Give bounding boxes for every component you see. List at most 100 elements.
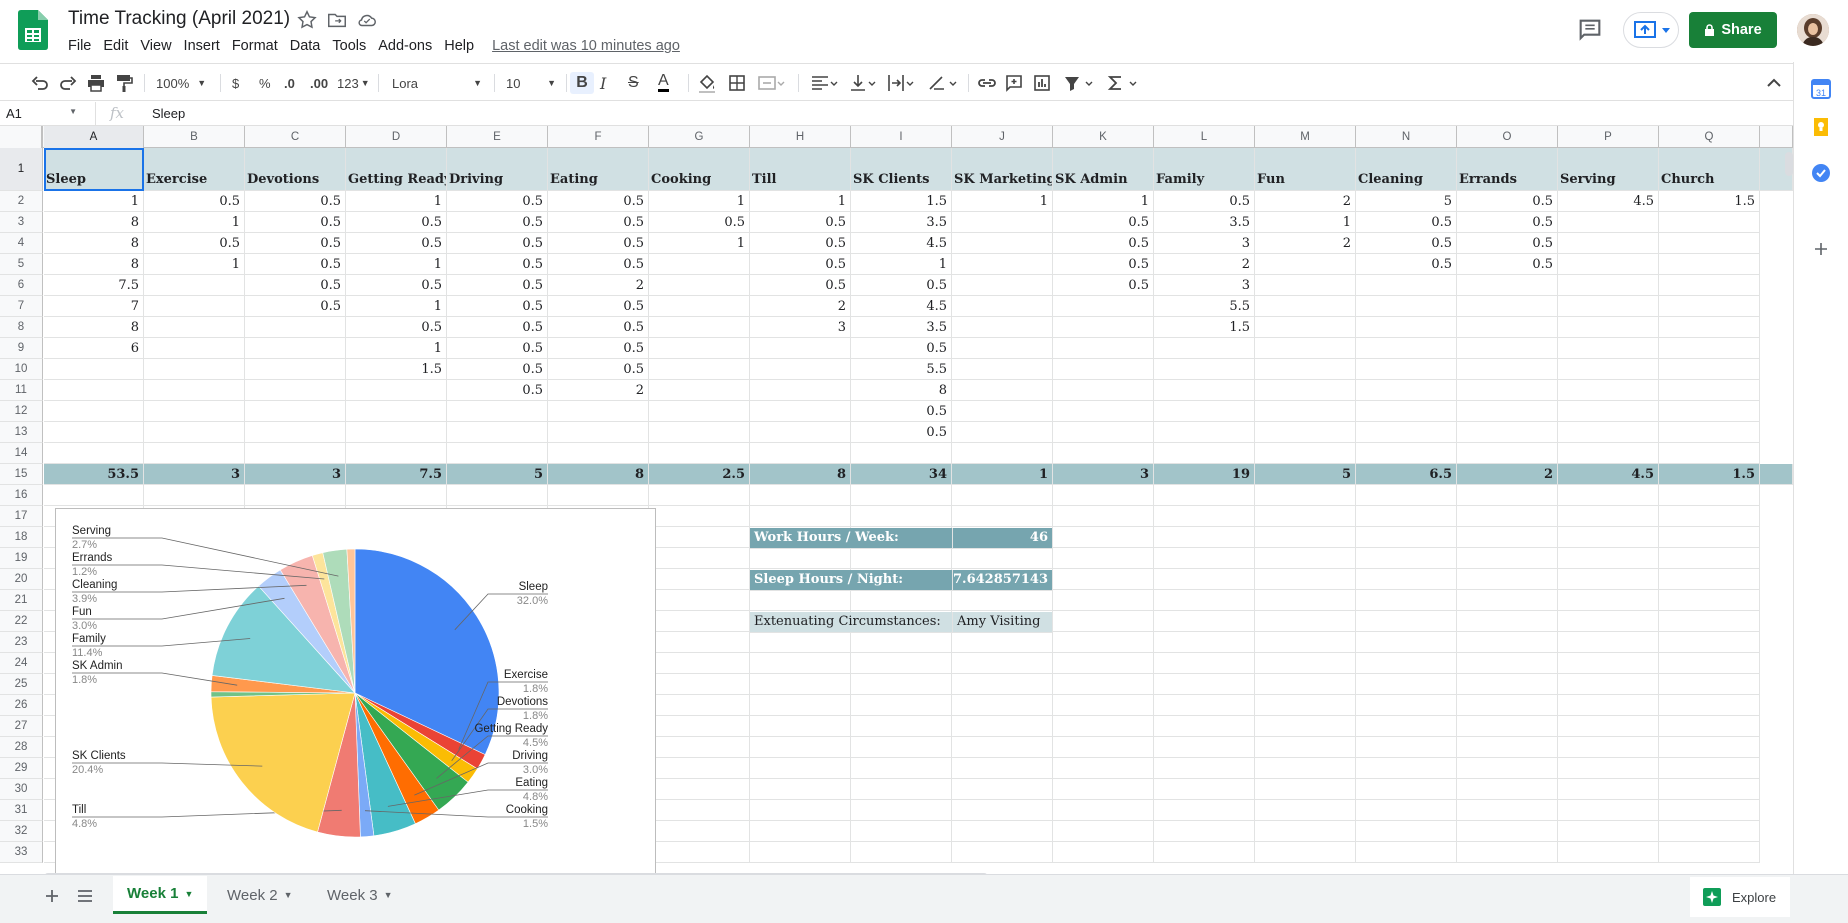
work-hours-label[interactable]: Work Hours / Week:	[750, 528, 953, 549]
column-header-g[interactable]: G	[649, 126, 750, 148]
empty-cell[interactable]	[447, 443, 548, 464]
data-cell[interactable]: 0.5	[548, 212, 649, 233]
data-cell[interactable]	[1356, 401, 1457, 422]
data-cell[interactable]: 1	[144, 212, 245, 233]
data-cell[interactable]	[144, 275, 245, 296]
empty-cell[interactable]	[851, 716, 952, 737]
data-cell[interactable]	[750, 401, 851, 422]
data-cell[interactable]: 0.5	[346, 275, 447, 296]
sleep-hours-value[interactable]: 7.642857143	[953, 570, 1053, 591]
data-cell[interactable]	[952, 317, 1053, 338]
empty-cell[interactable]	[1356, 716, 1457, 737]
data-cell[interactable]	[1659, 233, 1760, 254]
data-cell[interactable]: 0.5	[447, 338, 548, 359]
header-cell[interactable]: SK Admin	[1053, 148, 1154, 191]
row-header-26[interactable]: 26	[0, 695, 43, 716]
data-cell[interactable]	[750, 422, 851, 443]
empty-cell[interactable]	[851, 590, 952, 611]
empty-cell[interactable]	[1558, 821, 1659, 842]
data-cell[interactable]	[952, 401, 1053, 422]
empty-cell[interactable]	[851, 443, 952, 464]
data-cell[interactable]	[1457, 401, 1558, 422]
total-cell[interactable]: 2	[1457, 464, 1558, 485]
column-header-l[interactable]: L	[1154, 126, 1255, 148]
share-button[interactable]: Share	[1689, 12, 1777, 48]
undo-icon[interactable]	[30, 72, 50, 94]
empty-cell[interactable]	[1457, 737, 1558, 758]
empty-cell[interactable]	[649, 632, 750, 653]
data-cell[interactable]: 0.5	[750, 212, 851, 233]
data-cell[interactable]	[649, 254, 750, 275]
total-cell[interactable]: 19	[1154, 464, 1255, 485]
data-cell[interactable]: 1.5	[851, 191, 952, 212]
empty-cell[interactable]	[649, 695, 750, 716]
empty-cell[interactable]	[851, 758, 952, 779]
empty-cell[interactable]	[952, 653, 1053, 674]
row-header-32[interactable]: 32	[0, 821, 43, 842]
empty-cell[interactable]	[851, 674, 952, 695]
total-cell[interactable]: 7.5	[346, 464, 447, 485]
empty-cell[interactable]	[952, 674, 1053, 695]
data-cell[interactable]	[144, 296, 245, 317]
empty-cell[interactable]	[952, 695, 1053, 716]
empty-cell[interactable]	[1154, 443, 1255, 464]
header-cell[interactable]: Church	[1659, 148, 1760, 191]
total-cell[interactable]: 3	[1053, 464, 1154, 485]
data-cell[interactable]: 0.5	[1053, 275, 1154, 296]
data-cell[interactable]	[346, 401, 447, 422]
present-button[interactable]	[1623, 12, 1679, 48]
data-cell[interactable]: 0.5	[1457, 233, 1558, 254]
row-header-33[interactable]: 33	[0, 842, 43, 863]
data-cell[interactable]	[245, 401, 346, 422]
empty-cell[interactable]	[750, 653, 851, 674]
data-cell[interactable]	[1659, 359, 1760, 380]
data-cell[interactable]: 0.5	[1053, 233, 1154, 254]
empty-cell[interactable]	[1053, 695, 1154, 716]
total-cell[interactable]: 6.5	[1356, 464, 1457, 485]
row-header-17[interactable]: 17	[0, 506, 43, 527]
data-cell[interactable]	[346, 380, 447, 401]
data-cell[interactable]: 0.5	[851, 422, 952, 443]
empty-cell[interactable]	[1053, 821, 1154, 842]
data-cell[interactable]	[1255, 317, 1356, 338]
data-cell[interactable]: 0.5	[245, 275, 346, 296]
select-all-corner[interactable]	[0, 126, 43, 148]
column-header-a[interactable]: A	[44, 126, 144, 148]
data-cell[interactable]	[750, 359, 851, 380]
functions-icon[interactable]	[1106, 72, 1140, 94]
data-cell[interactable]	[1659, 422, 1760, 443]
menu-format[interactable]: Format	[226, 36, 284, 56]
empty-cell[interactable]	[1053, 800, 1154, 821]
data-cell[interactable]: 3.5	[851, 317, 952, 338]
data-cell[interactable]: 4.5	[851, 233, 952, 254]
data-cell[interactable]	[1558, 422, 1659, 443]
column-header-o[interactable]: O	[1457, 126, 1558, 148]
row-header-10[interactable]: 10	[0, 359, 43, 380]
empty-cell[interactable]	[1558, 485, 1659, 506]
empty-cell[interactable]	[649, 842, 750, 863]
data-cell[interactable]	[144, 422, 245, 443]
header-cell[interactable]: Cleaning	[1356, 148, 1457, 191]
data-cell[interactable]: 0.5	[1356, 233, 1457, 254]
data-cell[interactable]: 0.5	[1053, 254, 1154, 275]
empty-cell[interactable]	[750, 779, 851, 800]
insert-link-icon[interactable]	[976, 72, 998, 94]
data-cell[interactable]	[952, 275, 1053, 296]
empty-cell[interactable]	[1053, 758, 1154, 779]
total-cell[interactable]: 3	[144, 464, 245, 485]
cloud-saved-icon[interactable]	[356, 9, 378, 31]
empty-cell[interactable]	[1659, 569, 1760, 590]
row-header-29[interactable]: 29	[0, 758, 43, 779]
currency-format-button[interactable]: $	[232, 72, 239, 94]
column-header-k[interactable]: K	[1053, 126, 1154, 148]
empty-cell[interactable]	[1558, 611, 1659, 632]
data-cell[interactable]: 5.5	[1154, 296, 1255, 317]
total-cell[interactable]: 2.5	[649, 464, 750, 485]
empty-cell[interactable]	[1356, 506, 1457, 527]
data-cell[interactable]	[44, 422, 144, 443]
empty-cell[interactable]	[952, 485, 1053, 506]
empty-cell[interactable]	[1356, 485, 1457, 506]
vertical-align-icon[interactable]	[848, 72, 876, 94]
data-cell[interactable]: 1	[649, 233, 750, 254]
empty-cell[interactable]	[1053, 527, 1154, 548]
